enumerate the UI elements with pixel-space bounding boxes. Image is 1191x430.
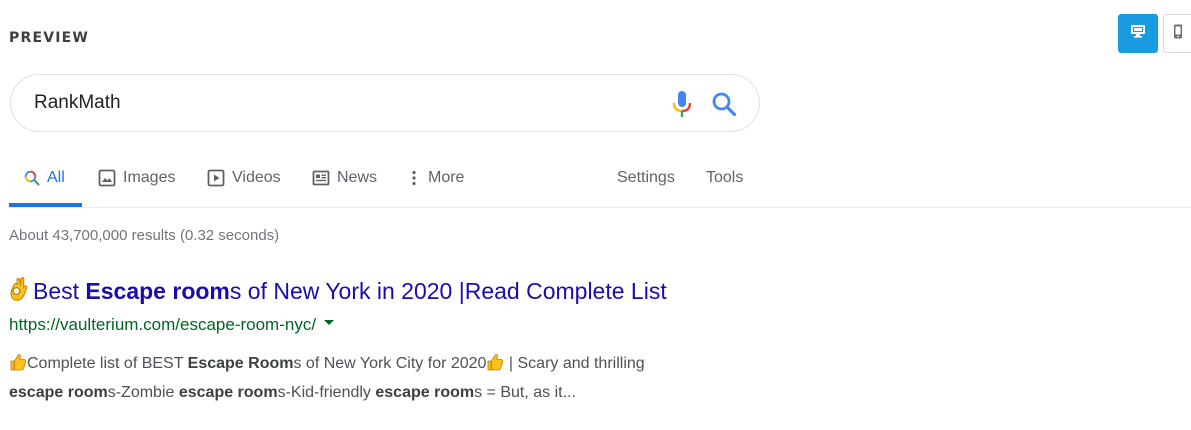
image-icon	[98, 169, 116, 187]
newspaper-icon	[312, 169, 330, 187]
tab-label: Tools	[706, 169, 744, 186]
snippet-text: s of New York City for 2020	[293, 355, 487, 372]
vertical-dots-icon	[411, 169, 417, 187]
search-input[interactable]	[32, 87, 759, 119]
tab-settings[interactable]: Settings	[617, 160, 675, 207]
search-icon[interactable]	[711, 91, 737, 122]
tab-all[interactable]: All	[24, 160, 65, 207]
snippet-highlight: escape room	[375, 384, 475, 401]
tab-label: More	[428, 169, 465, 186]
result-url[interactable]: https://vaulterium.com/escape-room-nyc/	[9, 315, 335, 335]
snippet-text: s-Kid-friendly	[277, 384, 376, 401]
snippet-highlight: escape room	[178, 384, 278, 401]
desktop-icon	[1130, 23, 1146, 44]
title-prefix: Best	[33, 278, 86, 304]
search-icon	[24, 169, 40, 187]
search-bar	[10, 74, 760, 132]
snippet-text: | Scary and thrilling	[504, 355, 645, 372]
snippet-highlight: escape room	[9, 384, 108, 401]
title-suffix: s of New York in 2020 |Read Complete Lis…	[229, 278, 667, 304]
tab-tools[interactable]: Tools	[706, 160, 743, 207]
tab-label: News	[337, 169, 378, 186]
device-toggle	[1118, 14, 1191, 53]
thumbs-up-icon	[9, 353, 27, 380]
tab-videos[interactable]: Videos	[207, 160, 281, 207]
tab-label: Images	[123, 169, 176, 186]
mobile-preview-button[interactable]	[1163, 14, 1191, 53]
ok-hand-icon	[9, 276, 33, 308]
tab-news[interactable]: News	[312, 160, 377, 207]
result-snippet: Complete list of BEST Escape Rooms of Ne…	[9, 351, 769, 406]
mic-icon[interactable]	[671, 90, 693, 123]
snippet-highlight: Escape Room	[187, 355, 294, 372]
url-text: https://vaulterium.com/escape-room-nyc/	[9, 315, 317, 334]
snippet-text: s-Zombie	[107, 384, 179, 401]
thumbs-up-icon	[486, 353, 504, 380]
result-stats: About 43,700,000 results (0.32 seconds)	[9, 227, 280, 244]
tab-images[interactable]: Images	[98, 160, 175, 207]
tab-label: Videos	[232, 169, 281, 186]
title-highlight: Escape room	[85, 278, 230, 304]
mobile-icon	[1173, 24, 1183, 44]
snippet-text: Complete list of BEST	[27, 355, 188, 372]
tab-label: All	[47, 169, 65, 186]
preview-label: PREVIEW	[9, 30, 90, 46]
tab-more[interactable]: More	[411, 160, 464, 207]
tab-label: Settings	[617, 169, 675, 186]
snippet-text: s = But, as it...	[474, 384, 576, 401]
caret-down-icon[interactable]	[324, 319, 335, 325]
play-icon	[207, 169, 225, 187]
tabs-divider	[9, 207, 1191, 208]
result-title-link[interactable]: Best Escape rooms of New York in 2020 |R…	[9, 276, 667, 308]
desktop-preview-button[interactable]	[1118, 14, 1158, 53]
